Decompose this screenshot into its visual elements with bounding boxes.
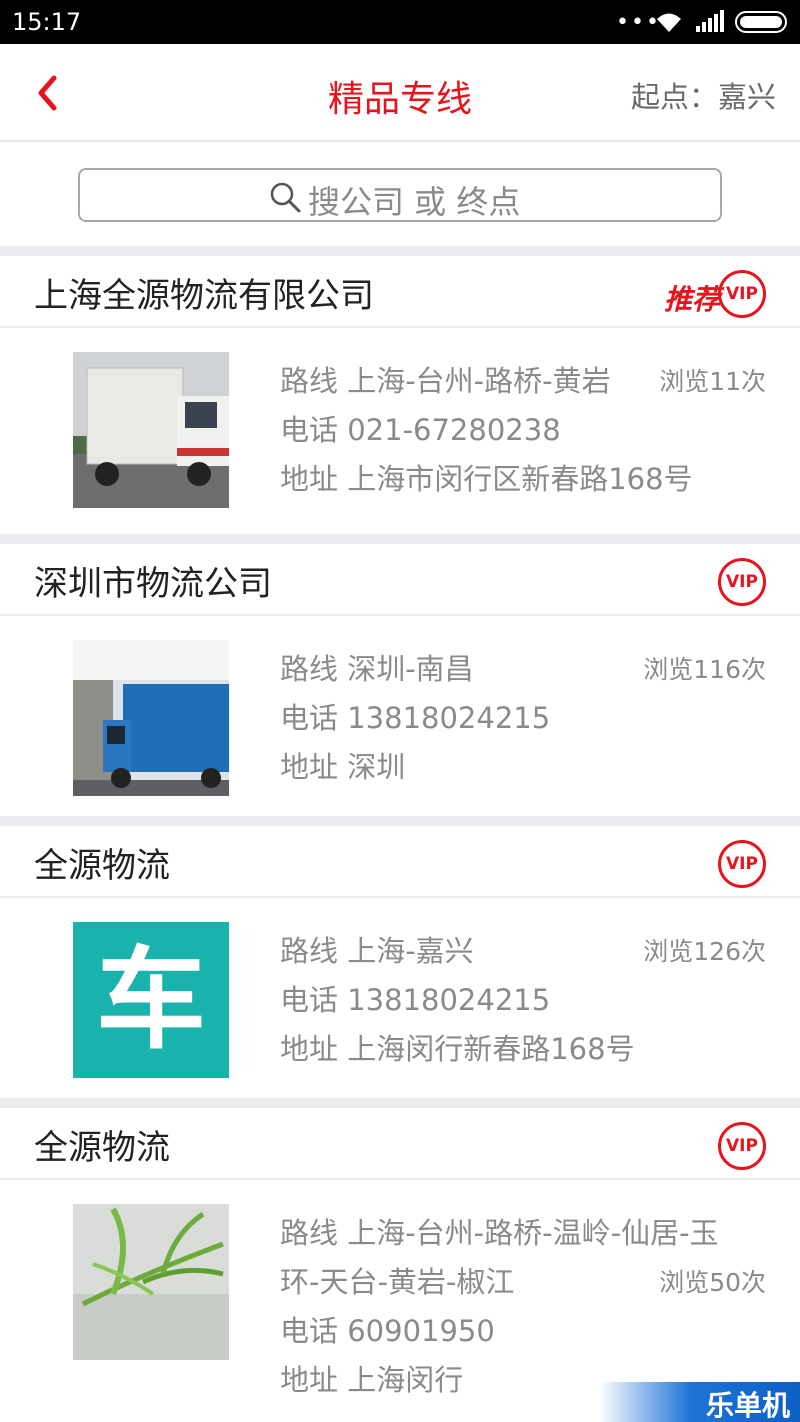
address-text: 地址 深圳: [280, 750, 406, 784]
watermark-text: 乐单机: [705, 1389, 790, 1422]
status-time: 15:17: [12, 8, 82, 36]
phone-text[interactable]: 电话 13818024215: [280, 977, 550, 1019]
company-name: 全源物流: [34, 846, 170, 886]
search-input[interactable]: 搜公司 或 终点: [78, 168, 722, 222]
search-placeholder: 搜公司 或 终点: [308, 183, 521, 221]
recommend-badge: 推荐: [663, 283, 720, 316]
address-text: 地址 上海市闵行区新春路168号: [280, 462, 693, 496]
route-text: 路线 上海-嘉兴: [280, 934, 474, 968]
status-bar: 15:17 •••: [0, 0, 800, 44]
company-name: 上海全源物流有限公司: [34, 276, 374, 316]
signal-icon: [694, 10, 726, 38]
route-text: 路线 深圳-南昌: [280, 652, 474, 686]
car-logo-text: 车: [96, 936, 206, 1064]
route-text-continued: 环-天台-黄岩-椒江: [280, 1265, 515, 1299]
list-item[interactable]: 深圳市物流公司 VIP 路线 深圳-南昌 浏览116次 电话 138180242…: [0, 544, 800, 816]
card-header: 全源物流 VIP: [0, 1108, 800, 1180]
watermark: 乐单机: [600, 1382, 800, 1422]
vip-badge: VIP: [718, 558, 766, 606]
company-name: 全源物流: [34, 1128, 170, 1168]
truck-blue-photo: [73, 640, 229, 796]
vip-badge: VIP: [718, 1122, 766, 1170]
phone-text[interactable]: 电话 60901950: [280, 1308, 495, 1350]
card-header: 上海全源物流有限公司 推荐 VIP: [0, 256, 800, 328]
search-icon: [270, 182, 301, 213]
list-item[interactable]: 上海全源物流有限公司 推荐 VIP 路线 上海-台州-路桥-黄岩 浏览11次 电…: [0, 256, 800, 534]
address-text: 地址 上海闵行: [280, 1363, 464, 1397]
view-count: 浏览11次: [659, 367, 766, 396]
search-section: 搜公司 或 终点: [0, 142, 800, 246]
wifi-icon: [654, 10, 684, 38]
plant-photo: [73, 1204, 229, 1360]
truck-white-photo: [73, 352, 229, 508]
phone-text[interactable]: 电话 021-67280238: [280, 407, 561, 449]
view-count: 浏览50次: [659, 1268, 766, 1297]
route-text: 路线 上海-台州-路桥-温岭-仙居-玉: [280, 1216, 719, 1250]
app-header: 精品专线 起点：嘉兴: [0, 44, 800, 142]
vip-badge: VIP: [718, 840, 766, 888]
phone-text[interactable]: 电话 13818024215: [280, 695, 550, 737]
list-item[interactable]: 全源物流 VIP 路线 上海-台州-路桥-温岭-仙居-玉 环-天台-黄岩-椒江 …: [0, 1108, 800, 1398]
company-list: 上海全源物流有限公司 推荐 VIP 路线 上海-台州-路桥-黄岩 浏览11次 电…: [0, 246, 800, 1398]
view-count: 浏览116次: [643, 655, 766, 684]
origin-selector[interactable]: 起点：嘉兴: [631, 74, 776, 116]
company-name: 深圳市物流公司: [34, 564, 272, 604]
card-header: 全源物流 VIP: [0, 826, 800, 898]
card-header: 深圳市物流公司 VIP: [0, 544, 800, 616]
address-text: 地址 上海闵行新春路168号: [280, 1032, 635, 1066]
list-item[interactable]: 全源物流 VIP 车 路线 上海-嘉兴 浏览126次 电话 1381802421…: [0, 826, 800, 1098]
battery-icon: [735, 11, 787, 33]
vip-badge: VIP: [718, 270, 766, 318]
car-logo: 车: [73, 922, 229, 1078]
view-count: 浏览126次: [643, 937, 766, 966]
route-text: 路线 上海-台州-路桥-黄岩: [280, 364, 611, 398]
